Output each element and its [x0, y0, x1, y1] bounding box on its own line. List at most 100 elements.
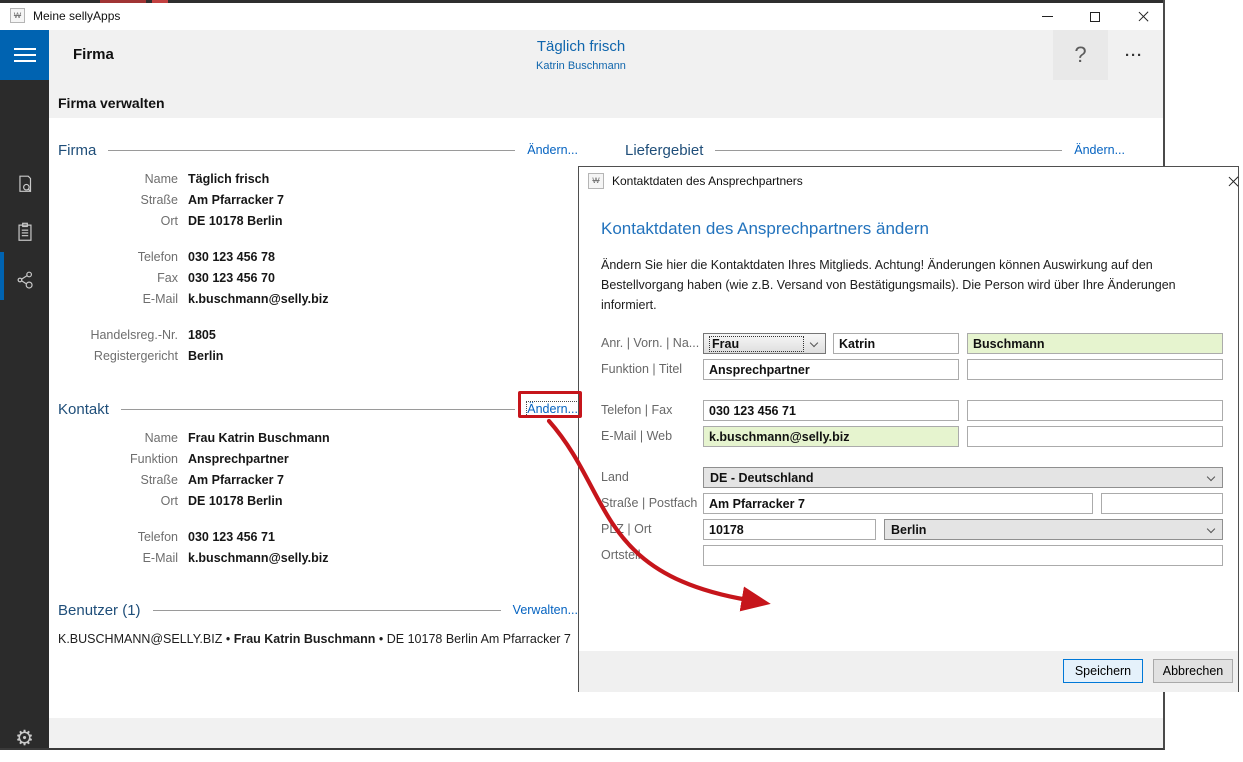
gear-icon: ⚙	[15, 726, 34, 750]
section-title-firma: Firma	[58, 142, 96, 159]
nachname-input[interactable]	[967, 333, 1223, 354]
sidebar-item-orders[interactable]	[0, 208, 49, 256]
speichern-button[interactable]: Speichern	[1063, 659, 1143, 683]
kontakt-aendern-link[interactable]: Ändern...	[527, 402, 578, 416]
help-icon: ?	[1074, 42, 1086, 68]
section-benutzer: Benutzer (1) Verwalten... K.BUSCHMANN@SE…	[58, 600, 578, 646]
section-title-liefergebiet: Liefergebiet	[625, 142, 703, 159]
company-name: Täglich frisch	[441, 38, 721, 55]
postfach-input[interactable]	[1101, 493, 1223, 514]
liefergebiet-aendern-link[interactable]: Ändern...	[1074, 143, 1125, 157]
field-row: E-Mailk.buschmann@selly.biz	[58, 547, 578, 568]
dialog-heading: Kontaktdaten des Ansprechpartners ändern	[601, 219, 929, 239]
chevron-down-icon	[810, 339, 818, 347]
status-bar	[49, 718, 1163, 748]
network-share-icon	[14, 269, 36, 291]
vorname-input[interactable]	[833, 333, 959, 354]
minimize-button[interactable]	[1030, 5, 1064, 28]
section-title-kontakt: Kontakt	[58, 401, 109, 418]
label-ortsteil: Ortsteil	[601, 548, 641, 562]
anrede-select[interactable]: Frau	[703, 333, 826, 354]
user-email: K.BUSCHMANN@SELLY.BIZ	[58, 632, 222, 646]
chevron-down-icon	[1207, 473, 1215, 481]
sidebar-item-settings[interactable]: ⚙	[0, 714, 49, 762]
maximize-icon	[1090, 12, 1100, 22]
chevron-down-icon	[1207, 525, 1215, 533]
label-strasse-postfach: Straße | Postfach	[601, 496, 697, 510]
ortsteil-input[interactable]	[703, 545, 1223, 566]
user-name: Katrin Buschmann	[441, 60, 721, 72]
field-row: OrtDE 10178 Berlin	[58, 490, 578, 511]
close-button[interactable]	[1126, 5, 1160, 28]
field-row: NameFrau Katrin Buschmann	[58, 427, 578, 448]
section-title-benutzer: Benutzer (1)	[58, 602, 141, 619]
hamburger-icon	[14, 48, 36, 50]
field-row: E-Mailk.buschmann@selly.biz	[58, 288, 578, 309]
contract-search-icon	[14, 173, 36, 195]
ort-selected-value: Berlin	[891, 523, 926, 537]
app-icon: w	[588, 173, 604, 189]
field-row: Fax030 123 456 70	[58, 267, 578, 288]
field-row: Telefon030 123 456 71	[58, 526, 578, 547]
section-liefergebiet: Liefergebiet Ändern...	[625, 140, 1125, 160]
window-title: Meine sellyApps	[33, 9, 120, 23]
kontaktdaten-dialog: w Kontaktdaten des Ansprechpartners Kont…	[578, 166, 1239, 692]
label-email-web: E-Mail | Web	[601, 429, 672, 443]
sidebar-item-network[interactable]	[0, 256, 49, 304]
label-funktion-titel: Funktion | Titel	[601, 362, 682, 376]
clipboard-icon	[14, 221, 36, 243]
dialog-description: Ändern Sie hier die Kontaktdaten Ihres M…	[601, 255, 1231, 315]
field-row: FunktionAnsprechpartner	[58, 448, 578, 469]
app-icon: w	[10, 8, 25, 23]
benutzer-verwalten-link[interactable]: Verwalten...	[513, 603, 578, 617]
label-anrede-vorname-nachname: Anr. | Vorn. | Na...	[601, 336, 699, 350]
firma-aendern-link[interactable]: Ändern...	[527, 143, 578, 157]
section-heading: Firma verwalten	[58, 95, 165, 111]
sidebar: ⚙	[0, 80, 49, 748]
separator-dot: •	[379, 632, 383, 646]
dialog-titlebar: w Kontaktdaten des Ansprechpartners	[579, 167, 1238, 195]
land-selected-value: DE - Deutschland	[710, 471, 814, 485]
field-row: RegistergerichtBerlin	[58, 345, 578, 366]
label-telefon-fax: Telefon | Fax	[601, 403, 672, 417]
hamburger-menu-button[interactable]	[0, 30, 49, 80]
land-select[interactable]: DE - Deutschland	[703, 467, 1223, 488]
divider	[108, 150, 515, 151]
sidebar-item-contracts[interactable]	[0, 160, 49, 208]
email-input[interactable]	[703, 426, 959, 447]
field-row: Telefon030 123 456 78	[58, 246, 578, 267]
ellipsis-icon: ···	[1125, 47, 1143, 64]
telefon-input[interactable]	[703, 400, 959, 421]
web-input[interactable]	[967, 426, 1223, 447]
app-header: Firma Täglich frisch Katrin Buschmann ? …	[0, 30, 1163, 118]
funktion-input[interactable]	[703, 359, 959, 380]
section-kontakt: Kontakt Ändern... NameFrau Katrin Buschm…	[58, 399, 578, 568]
field-row: StraßeAm Pfarracker 7	[58, 469, 578, 490]
user-fullname: Frau Katrin Buschmann	[234, 632, 376, 646]
separator-dot: •	[226, 632, 230, 646]
titel-input[interactable]	[967, 359, 1223, 380]
more-options-button[interactable]: ···	[1108, 30, 1160, 80]
user-address: DE 10178 Berlin Am Pfarracker 7	[387, 632, 571, 646]
strasse-input[interactable]	[703, 493, 1093, 514]
field-row: StraßeAm Pfarracker 7	[58, 189, 578, 210]
account-header: Täglich frisch Katrin Buschmann	[441, 38, 721, 72]
dialog-title: Kontaktdaten des Ansprechpartners	[612, 174, 803, 188]
abbrechen-button[interactable]: Abbrechen	[1153, 659, 1233, 683]
divider	[121, 409, 515, 410]
help-button[interactable]: ?	[1053, 30, 1108, 80]
ort-select[interactable]: Berlin	[884, 519, 1223, 540]
maximize-button[interactable]	[1078, 5, 1112, 28]
field-row: NameTäglich frisch	[58, 168, 578, 189]
label-plz-ort: PLZ | Ort	[601, 522, 651, 536]
close-icon	[1137, 10, 1150, 23]
window-titlebar: w Meine sellyApps	[0, 3, 1163, 30]
user-list-item: K.BUSCHMANN@SELLY.BIZ • Frau Katrin Busc…	[58, 632, 578, 646]
field-row: OrtDE 10178 Berlin	[58, 210, 578, 231]
fax-input[interactable]	[967, 400, 1223, 421]
divider	[715, 150, 1062, 151]
page-title: Firma	[73, 46, 114, 63]
section-firma: Firma Ändern... NameTäglich frisch Straß…	[58, 140, 578, 366]
minimize-icon	[1042, 16, 1053, 18]
plz-input[interactable]	[703, 519, 876, 540]
